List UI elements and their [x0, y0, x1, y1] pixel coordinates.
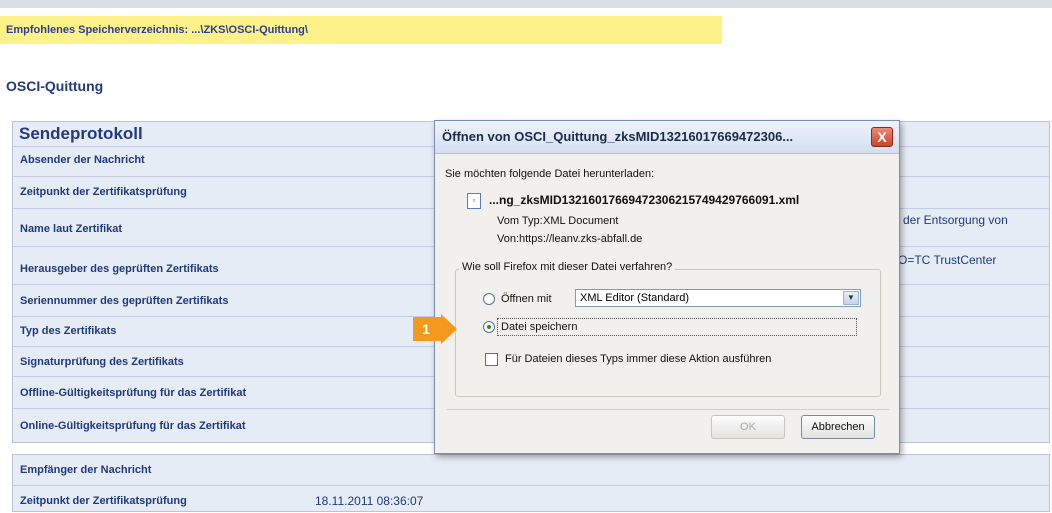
- row-label-cert-name: Name laut Zertifikat: [20, 223, 123, 235]
- dialog-titlebar[interactable]: Öffnen von OSCI_Quittung_zksMID132160176…: [435, 121, 899, 154]
- recipient-check-time-value: 18.11.2011 08:36:07: [315, 494, 424, 508]
- xml-file-icon: ▫: [467, 193, 481, 209]
- table-row: Zeitpunkt der Zertifikatsprüfung 18.11.2…: [13, 485, 1049, 513]
- save-directory-banner: Empfohlenes Speicherverzeichnis: ...\ZKS…: [0, 16, 722, 44]
- save-file-radio[interactable]: [483, 321, 495, 333]
- ok-button[interactable]: OK: [711, 415, 785, 439]
- download-intro: Sie möchten folgende Datei herunterladen…: [445, 168, 655, 180]
- row-label-recipient: Empfänger der Nachricht: [20, 464, 152, 476]
- callout-arrow-shape: [413, 314, 457, 344]
- divider: [447, 409, 889, 410]
- save-file-label[interactable]: Datei speichern: [501, 321, 577, 333]
- row-label-sender: Absender der Nachricht: [20, 154, 145, 166]
- callout-number: 1: [422, 321, 430, 337]
- row-label-serial: Seriennummer des geprüften Zertifikats: [20, 295, 229, 307]
- file-type-label: Vom Typ:: [497, 215, 543, 227]
- open-with-label[interactable]: Öffnen mit: [501, 293, 552, 305]
- row-label-check-time: Zeitpunkt der Zertifikatsprüfung: [20, 186, 187, 198]
- file-source-value: https://leanv.zks-abfall.de: [519, 233, 643, 245]
- row-label-recipient-check-time: Zeitpunkt der Zertifikatsprüfung: [20, 495, 187, 507]
- always-do-this-checkbox[interactable]: [485, 353, 498, 366]
- issuer-value: O=TC TrustCenter: [898, 253, 997, 267]
- file-source-label: Von:: [497, 233, 520, 245]
- close-button[interactable]: X: [871, 127, 893, 147]
- callout-arrow: 1: [413, 314, 457, 344]
- file-type-value: XML Document: [543, 215, 619, 227]
- page-title: OSCI-Quittung: [6, 78, 104, 94]
- row-label-online-check: Online-Gültigkeitsprüfung für das Zertif…: [20, 420, 246, 432]
- open-with-value: XML Editor (Standard): [580, 292, 690, 304]
- open-with-select[interactable]: XML Editor (Standard) ▼: [575, 289, 861, 307]
- row-label-signature-check: Signaturprüfung des Zertifikats: [20, 356, 184, 368]
- download-dialog: Öffnen von OSCI_Quittung_zksMID132160176…: [434, 120, 900, 454]
- empfaenger-section: Empfänger der Nachricht Zeitpunkt der Ze…: [12, 454, 1050, 512]
- action-question: Wie soll Firefox mit dieser Datei verfah…: [459, 261, 676, 273]
- row-label-cert-type: Typ des Zertifikats: [20, 325, 117, 337]
- file-name: ...ng_zksMID1321601766947230621574942976…: [489, 193, 800, 207]
- chevron-down-icon[interactable]: ▼: [843, 291, 859, 305]
- top-strip: [0, 0, 1052, 8]
- row-label-issuer: Herausgeber des geprüften Zertifikats: [20, 263, 219, 275]
- dialog-title: Öffnen von OSCI_Quittung_zksMID132160176…: [442, 129, 794, 144]
- open-with-radio[interactable]: [483, 293, 495, 305]
- cert-name-value: der Entsorgung von: [903, 213, 1008, 227]
- table-row: Empfänger der Nachricht: [13, 455, 1049, 485]
- section-title: Sendeprotokoll: [19, 124, 143, 143]
- always-do-this-label[interactable]: Für Dateien dieses Typs immer diese Akti…: [505, 353, 771, 365]
- cancel-button[interactable]: Abbrechen: [801, 415, 875, 439]
- row-label-offline-check: Offline-Gültigkeitsprüfung für das Zerti…: [20, 387, 247, 399]
